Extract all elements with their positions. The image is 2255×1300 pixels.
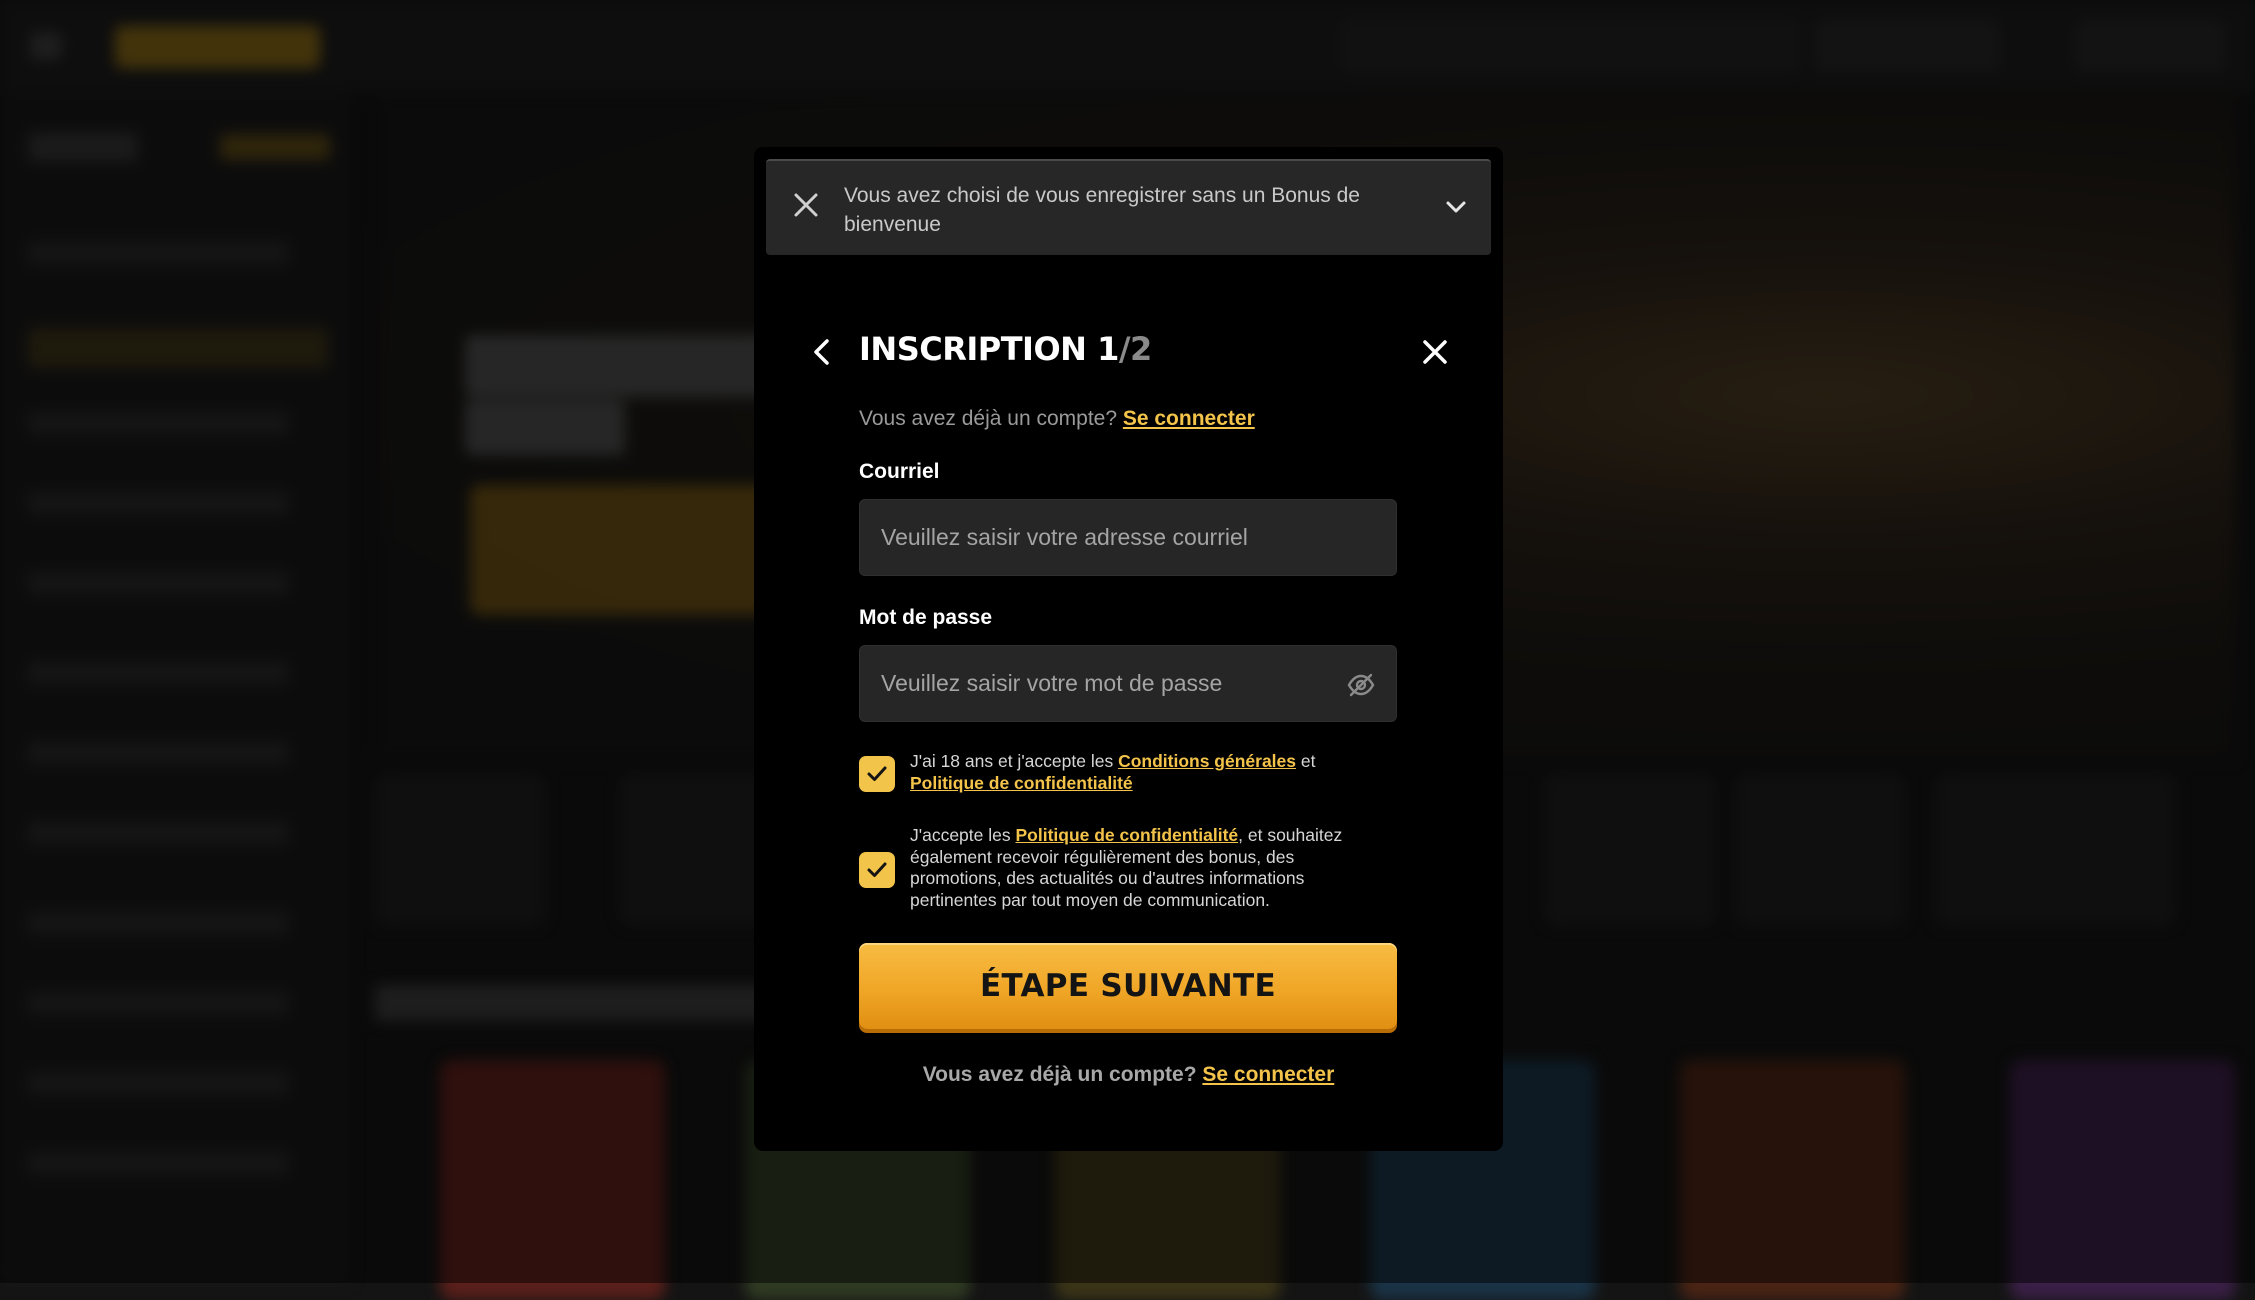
marketing-privacy-link[interactable]: Politique de confidentialité — [1015, 825, 1238, 845]
password-label: Mot de passe — [859, 606, 993, 629]
marketing-prefix: J'accepte les — [910, 825, 1016, 845]
back-arrow-icon[interactable] — [809, 337, 835, 367]
already-account-text: Vous avez déjà un compte? — [859, 407, 1118, 430]
login-link[interactable]: Se connecter — [1123, 407, 1255, 430]
bottom-already-account-line: Vous avez déjà un compte? Se connecter — [754, 1063, 1503, 1087]
privacy-link[interactable]: Politique de confidentialité — [910, 773, 1133, 793]
modal-title: INSCRIPTION 1/2 — [859, 330, 1152, 368]
bottom-login-link[interactable]: Se connecter — [1202, 1063, 1334, 1086]
terms-link[interactable]: Conditions générales — [1118, 751, 1296, 771]
close-icon[interactable] — [1420, 337, 1450, 367]
marketing-checkbox[interactable] — [859, 852, 895, 888]
next-step-button[interactable]: ÉTAPE SUIVANTE — [859, 943, 1397, 1029]
already-account-line: Vous avez déjà un compte? Se connecter — [859, 407, 1255, 431]
check-icon — [867, 766, 887, 781]
notice-close-icon[interactable] — [792, 191, 820, 219]
terms-prefix: J'ai 18 ans et j'accepte les — [910, 751, 1119, 771]
title-step-total: /2 — [1118, 330, 1152, 368]
terms-checkbox[interactable] — [859, 756, 895, 792]
terms-consent-text: J'ai 18 ans et j'accepte les Conditions … — [910, 751, 1380, 794]
registration-modal: Vous avez choisi de vous enregistrer san… — [754, 147, 1503, 1151]
password-input[interactable] — [859, 645, 1397, 722]
notice-text: Vous avez choisi de vous enregistrer san… — [844, 184, 1360, 236]
email-input[interactable] — [859, 499, 1397, 576]
bonus-notice-banner[interactable]: Vous avez choisi de vous enregistrer san… — [766, 159, 1491, 255]
marketing-consent-text: J'accepte les Politique de confidentiali… — [910, 825, 1380, 911]
email-label: Courriel — [859, 460, 940, 483]
chevron-down-icon[interactable] — [1444, 195, 1468, 219]
terms-middle: et — [1296, 751, 1316, 771]
title-main: INSCRIPTION 1 — [859, 330, 1119, 368]
eye-off-icon[interactable] — [1346, 672, 1376, 698]
bottom-already-text: Vous avez déjà un compte? — [922, 1063, 1197, 1086]
check-icon — [867, 862, 887, 877]
